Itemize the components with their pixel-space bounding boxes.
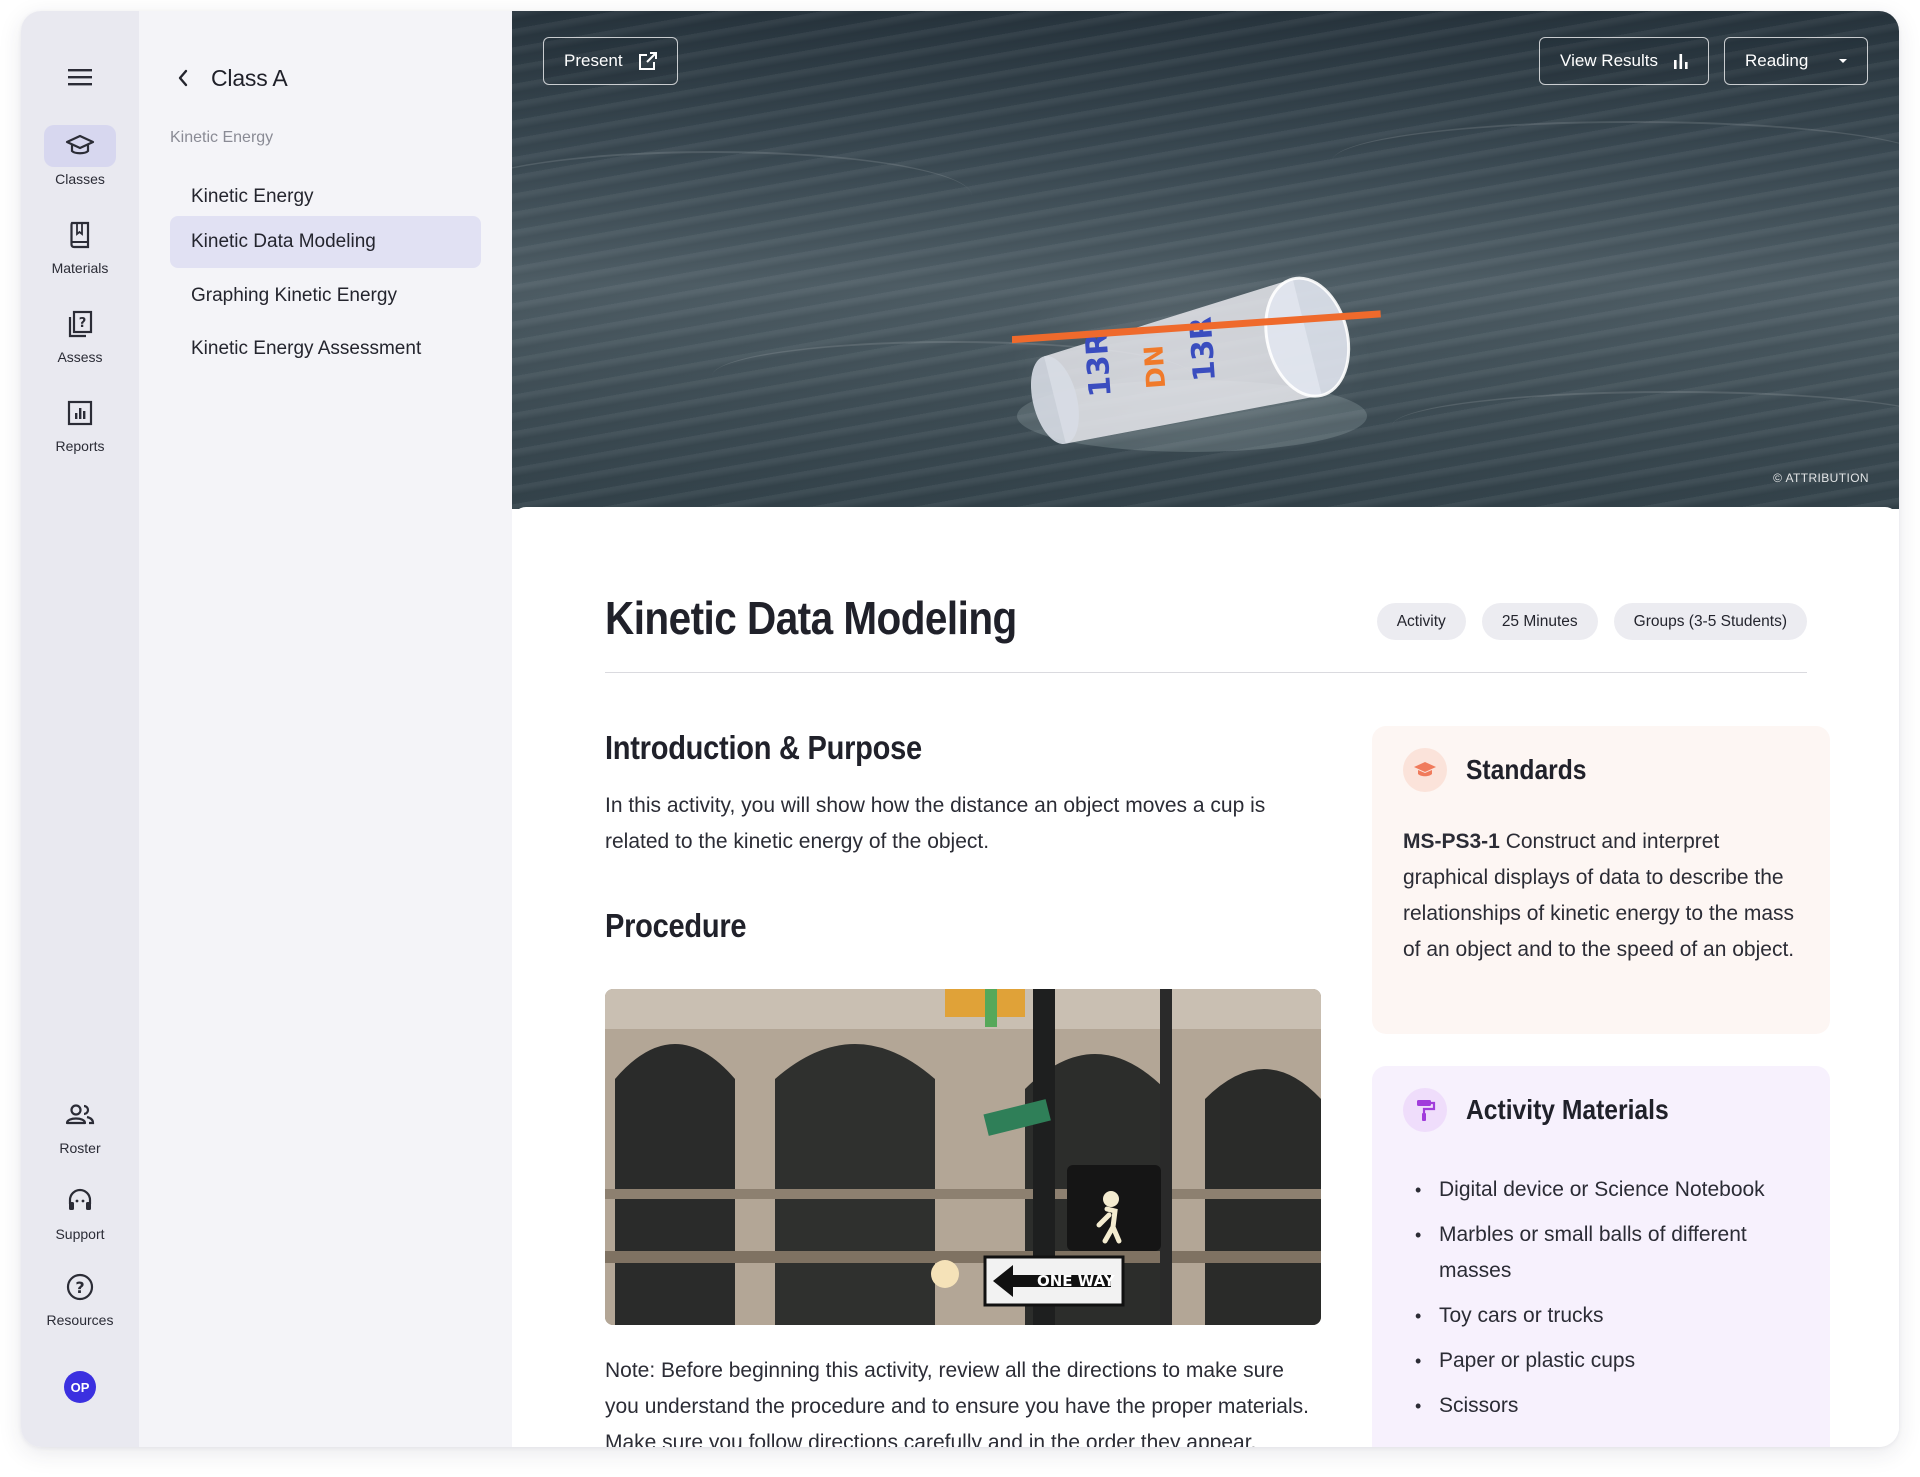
hero-image: 13R DN 13R Present View Results Reading … (512, 11, 1899, 509)
lesson-content: Kinetic Data Modeling Activity 25 Minute… (512, 507, 1899, 1447)
material-item: Paper or plastic cups (1403, 1343, 1799, 1379)
svg-text:13R: 13R (1079, 331, 1118, 398)
graduation-cap-icon (44, 125, 116, 167)
rail-item-label: Resources (46, 1312, 114, 1328)
class-sidebar: Class A Kinetic Energy Kinetic Energy Ki… (139, 11, 512, 1447)
caret-down-icon (1837, 57, 1849, 65)
image-attribution: © ATTRIBUTION (1773, 471, 1869, 485)
rail-item-resources[interactable]: ? Resources (21, 1266, 139, 1328)
people-icon (44, 1094, 116, 1136)
avatar[interactable]: OP (64, 1371, 96, 1403)
water-ripple (1392, 391, 1899, 461)
headset-icon (44, 1180, 116, 1222)
rail-item-label: Roster (59, 1140, 101, 1156)
external-link-icon (637, 50, 659, 72)
rail-item-classes[interactable]: Classes (21, 125, 139, 187)
lesson-main: 13R DN 13R Present View Results Reading … (512, 11, 1899, 1447)
standards-header: Standards (1403, 748, 1603, 792)
lesson-item-kinetic-energy-assessment[interactable]: Kinetic Energy Assessment (170, 323, 481, 375)
bar-chart-icon (1672, 52, 1690, 70)
chevron-left-icon (173, 68, 193, 88)
procedure-image: ONE WAY (605, 989, 1321, 1325)
graduation-cap-icon (1403, 748, 1447, 792)
rail-item-materials[interactable]: Materials (21, 214, 139, 276)
materials-list-wrap: Digital device or Science Notebook Marbl… (1403, 1172, 1799, 1433)
rail-item-roster[interactable]: Roster (21, 1094, 139, 1156)
hamburger-menu-icon[interactable] (60, 57, 100, 97)
report-chart-icon (44, 392, 116, 434)
rail-item-label: Materials (51, 260, 109, 276)
activity-materials-card: Activity Materials Digital device or Sci… (1372, 1066, 1830, 1447)
class-title: Class A (211, 64, 288, 91)
water-ripple (512, 151, 972, 241)
materials-list: Digital device or Science Notebook Marbl… (1403, 1172, 1799, 1424)
rail-item-label: Reports (55, 438, 105, 454)
street-scene-illustration: ONE WAY (605, 989, 1321, 1325)
floating-cup-illustration: 13R DN 13R (1012, 276, 1381, 452)
intro-text: In this activity, you will show how the … (605, 794, 1266, 853)
svg-text:DN: DN (1139, 344, 1172, 389)
view-results-label: View Results (1560, 51, 1658, 70)
standard-entry: MS-PS3-1 Construct and interpret graphic… (1403, 824, 1799, 968)
lesson-body: Introduction & Purpose In this activity,… (605, 729, 1321, 1447)
book-icon (44, 214, 116, 256)
standard-code: MS-PS3-1 (1403, 830, 1500, 853)
reading-dropdown[interactable]: Reading (1724, 37, 1868, 85)
app-window: Classes Materials ? Assess Reports Roste… (21, 11, 1899, 1447)
svg-text:?: ? (75, 1278, 84, 1297)
page-title: Kinetic Data Modeling (605, 592, 1017, 644)
materials-header: Activity Materials (1403, 1088, 1696, 1132)
svg-text:?: ? (79, 316, 87, 331)
water-ripple (1332, 121, 1899, 201)
standards-card: Standards MS-PS3-1 Construct and interpr… (1372, 726, 1830, 1034)
duration-chip: 25 Minutes (1481, 603, 1598, 640)
back-button[interactable]: Class A (173, 57, 288, 99)
unit-section-label: Kinetic Energy (170, 129, 274, 146)
present-button[interactable]: Present (543, 37, 678, 85)
svg-text:ONE WAY: ONE WAY (1037, 1272, 1116, 1290)
paint-roller-icon (1403, 1088, 1447, 1132)
lesson-meta-chips: Activity 25 Minutes Groups (3-5 Students… (1376, 603, 1807, 640)
activity-type-chip: Activity (1376, 603, 1466, 640)
rail-item-support[interactable]: Support (21, 1180, 139, 1242)
rail-item-label: Classes (55, 171, 105, 187)
help-circle-icon: ? (44, 1266, 116, 1308)
material-item: Digital device or Science Notebook (1403, 1172, 1799, 1208)
material-item: Scissors (1403, 1388, 1799, 1424)
material-item: Toy cars or trucks (1403, 1298, 1799, 1334)
rail-item-reports[interactable]: Reports (21, 392, 139, 454)
intro-heading: Introduction & Purpose (605, 729, 922, 766)
view-results-button[interactable]: View Results (1539, 37, 1709, 85)
standards-heading: Standards (1466, 754, 1587, 785)
materials-heading: Activity Materials (1466, 1094, 1669, 1125)
grouping-chip: Groups (3-5 Students) (1613, 603, 1807, 640)
title-divider (605, 672, 1807, 673)
rail-item-label: Support (55, 1226, 105, 1242)
lesson-item-graphing-kinetic-energy[interactable]: Graphing Kinetic Energy (170, 270, 481, 322)
lesson-item-kinetic-data-modeling[interactable]: Kinetic Data Modeling (170, 216, 481, 268)
rail-item-assess[interactable]: ? Assess (21, 303, 139, 365)
quiz-icon: ? (44, 303, 116, 345)
note-text: Note: Before beginning this activity, re… (605, 1359, 1309, 1447)
reading-label: Reading (1745, 51, 1809, 70)
rail-item-label: Assess (57, 349, 103, 365)
left-rail: Classes Materials ? Assess Reports Roste… (21, 11, 139, 1447)
material-item: Marbles or small balls of different mass… (1403, 1217, 1799, 1289)
procedure-heading: Procedure (605, 907, 747, 944)
present-label: Present (564, 51, 623, 70)
